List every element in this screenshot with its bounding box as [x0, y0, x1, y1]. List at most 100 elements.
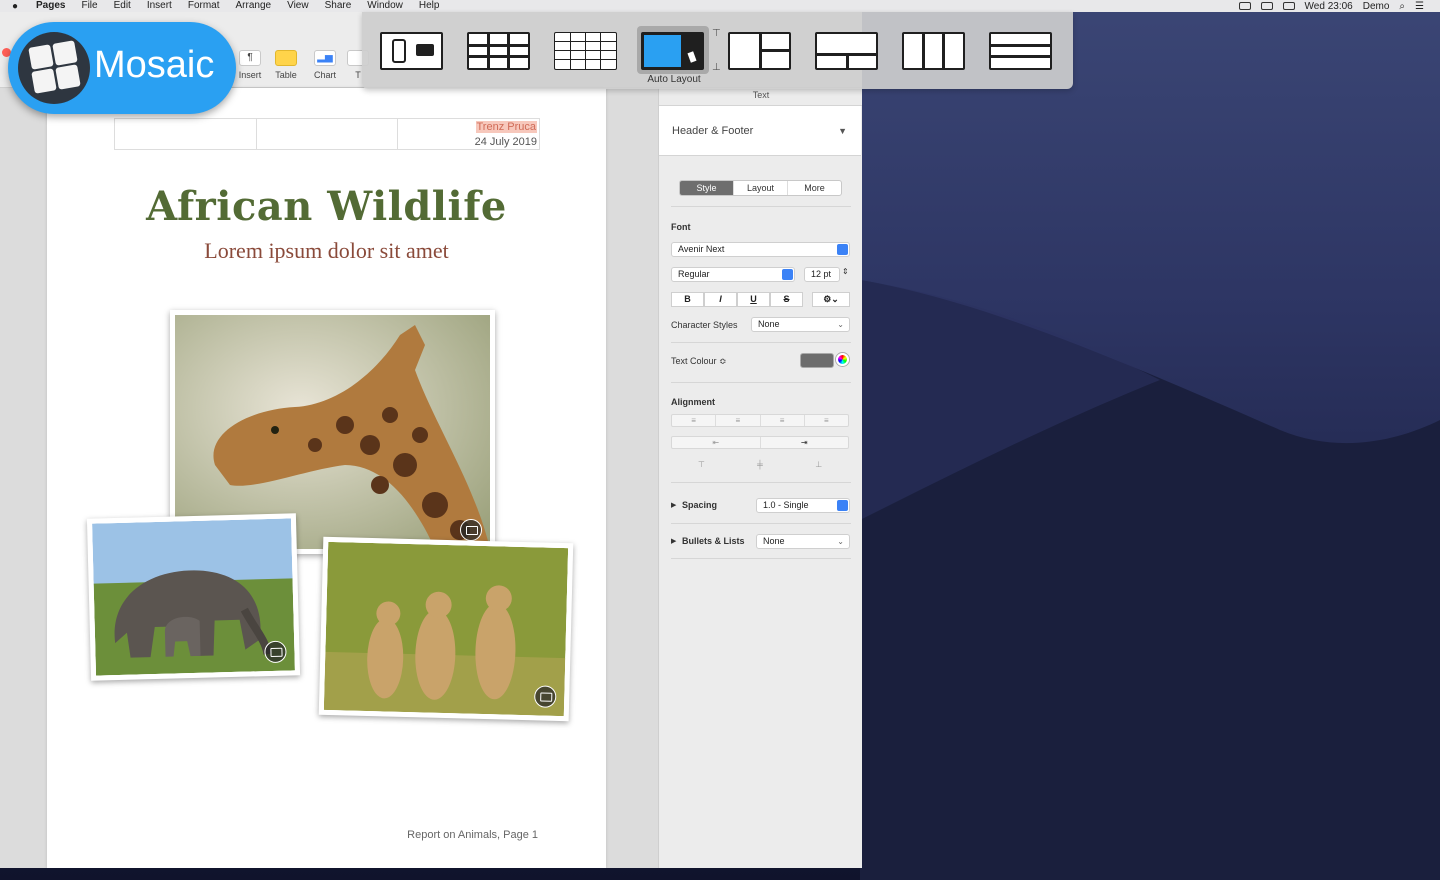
font-size-field[interactable]: 12 pt [804, 267, 840, 282]
align-justify-icon[interactable]: ≡ [805, 415, 848, 426]
underline-button[interactable]: U [737, 292, 770, 307]
layout-grid-3x3-icon[interactable] [467, 32, 530, 70]
align-bottom-icon[interactable]: ⊥ [789, 459, 848, 470]
menu-share[interactable]: Share [325, 1, 352, 11]
mosaic-logo-icon [18, 32, 90, 104]
spacing-select[interactable]: 1.0 - Single [756, 498, 850, 513]
auto-layout-label: Auto Layout [647, 74, 701, 85]
inspector-tab-text[interactable]: Text [659, 88, 862, 106]
horizontal-alignment-control: ≡ ≡ ≡ ≡ [671, 414, 849, 427]
menu-file[interactable]: File [81, 1, 97, 11]
header-cell-left[interactable] [115, 119, 257, 149]
table-icon [275, 50, 297, 66]
align-center-icon[interactable]: ≡ [716, 415, 761, 426]
spacing-label[interactable]: Spacing [682, 500, 717, 510]
document-subtitle[interactable]: Lorem ipsum dolor sit amet [47, 238, 606, 264]
align-left-icon[interactable]: ≡ [672, 415, 717, 426]
menu-clock[interactable]: Wed 23:06 [1305, 1, 1353, 12]
tab-more[interactable]: More [788, 181, 841, 195]
chart-icon: ▂▅ [314, 50, 336, 66]
layout-compact-icon[interactable] [380, 32, 443, 70]
font-family-select[interactable]: Avenir Next [671, 242, 850, 257]
tab-layout[interactable]: Layout [734, 181, 788, 195]
menu-edit[interactable]: Edit [114, 1, 131, 11]
document-page[interactable]: Trenz Pruca 24 July 2019 African Wildlif… [47, 88, 606, 868]
notification-center-icon[interactable]: ☰ [1415, 1, 1424, 12]
strikethrough-button[interactable]: S [770, 292, 803, 307]
bold-button[interactable]: B [671, 292, 704, 307]
menu-view[interactable]: View [287, 1, 309, 11]
bullets-value: None [763, 536, 785, 546]
menu-help[interactable]: Help [419, 1, 440, 11]
menu-insert[interactable]: Insert [147, 1, 172, 11]
menu-user[interactable]: Demo [1363, 1, 1390, 12]
header-cell-center[interactable] [257, 119, 399, 149]
table-label: Table [275, 70, 297, 80]
document-title[interactable]: African Wildlife [47, 183, 606, 230]
elephant-photo[interactable] [86, 513, 301, 681]
bullets-select[interactable]: None ⌄ [756, 534, 850, 549]
alignment-section-label: Alignment [671, 397, 715, 407]
layout-rows-icon[interactable] [989, 32, 1052, 70]
meerkats-illustration [323, 541, 569, 717]
media-badge-icon[interactable] [460, 519, 482, 541]
divider [671, 342, 851, 343]
tick-bottom-icon: ⊥ [712, 62, 721, 73]
text-options-gear-button[interactable]: ⚙⌄ [812, 292, 850, 307]
giraffe-illustration [175, 315, 490, 549]
layout-auto-icon[interactable] [641, 32, 704, 70]
layout-grid-fine-icon[interactable] [554, 32, 617, 70]
battery-icon[interactable] [1282, 2, 1295, 10]
character-styles-label: Character Styles [671, 320, 738, 330]
align-middle-icon[interactable]: ╪ [731, 459, 790, 470]
table-button[interactable]: Table [268, 50, 304, 80]
font-style-select[interactable]: Regular [671, 267, 795, 282]
layout-columns-icon[interactable] [902, 32, 965, 70]
menu-format[interactable]: Format [188, 1, 220, 11]
header-table[interactable]: Trenz Pruca 24 July 2019 [114, 118, 540, 150]
header-date[interactable]: 24 July 2019 [475, 136, 537, 148]
insert-button[interactable]: ¶ Insert [232, 50, 268, 80]
apple-menu-icon[interactable]: ● [12, 1, 26, 12]
decrease-indent-icon[interactable]: ⇤ [672, 437, 761, 448]
menu-arrange[interactable]: Arrange [236, 1, 272, 11]
status-area: Wed 23:06 Demo ⌕ ☰ [1238, 0, 1424, 12]
layout-split-top-icon[interactable] [815, 32, 878, 70]
spacing-disclosure-icon[interactable]: ▶ [671, 501, 676, 509]
mosaic-app-badge: Mosaic [8, 22, 236, 114]
character-styles-select[interactable]: None ⌄ [751, 317, 850, 332]
chevron-down-icon: ⌄ [837, 537, 844, 546]
colour-wheel-icon[interactable] [836, 353, 849, 366]
status-icon[interactable] [1238, 2, 1251, 10]
header-cell-right[interactable]: Trenz Pruca 24 July 2019 [398, 119, 539, 149]
meerkats-photo[interactable] [318, 536, 574, 722]
menu-app-pages[interactable]: Pages [36, 1, 65, 11]
document-footer[interactable]: Report on Animals, Page 1 [407, 829, 538, 841]
layout-split-left-icon[interactable] [728, 32, 791, 70]
wifi-icon[interactable] [1260, 2, 1273, 10]
header-author[interactable]: Trenz Pruca [475, 121, 538, 133]
chart-button[interactable]: ▂▅ Chart [307, 50, 343, 80]
format-inspector: Text Header & Footer ▼ Style Layout More… [658, 88, 862, 868]
font-family-value: Avenir Next [678, 244, 725, 254]
text-colour-label[interactable]: Text Colour ≎ [671, 356, 727, 367]
chevron-down-icon: ⌄ [837, 320, 844, 329]
bullets-lists-label[interactable]: Bullets & Lists [682, 536, 745, 546]
divider [671, 382, 851, 383]
tab-style[interactable]: Style [680, 181, 734, 195]
paragraph-style-selector[interactable]: Header & Footer ▼ [659, 106, 861, 156]
font-size-stepper[interactable]: ⇕ [842, 267, 849, 276]
elephant-image [92, 518, 295, 676]
italic-button[interactable]: I [704, 292, 737, 307]
menu-window[interactable]: Window [367, 1, 403, 11]
bullets-disclosure-icon[interactable]: ▶ [671, 537, 676, 545]
meerkats-image [323, 541, 569, 717]
align-top-icon[interactable]: ⊤ [672, 459, 731, 470]
document-canvas[interactable]: Trenz Pruca 24 July 2019 African Wildlif… [0, 88, 658, 868]
align-right-icon[interactable]: ≡ [761, 415, 805, 426]
menu-bar: ● Pages File Edit Insert Format Arrange … [0, 0, 1440, 12]
spotlight-icon[interactable]: ⌕ [1399, 1, 1405, 12]
giraffe-image [175, 315, 490, 549]
increase-indent-icon[interactable]: ⇥ [761, 437, 849, 448]
text-colour-swatch[interactable] [800, 353, 834, 368]
